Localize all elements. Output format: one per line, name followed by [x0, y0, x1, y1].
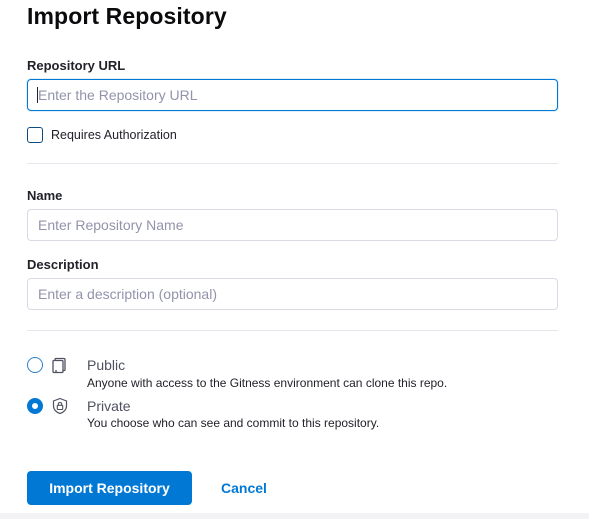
requires-auth-checkbox[interactable] [27, 127, 43, 143]
public-option-title: Public [87, 357, 126, 373]
repo-public-icon [52, 357, 66, 374]
text-caret [37, 87, 38, 103]
public-radio[interactable] [27, 357, 43, 373]
footer-strip [0, 513, 589, 519]
private-option-title: Private [87, 398, 131, 414]
requires-auth-checkbox-row[interactable]: Requires Authorization [27, 127, 177, 143]
description-input[interactable] [27, 278, 558, 310]
private-option-description: You choose who can see and commit to thi… [87, 416, 380, 430]
description-label: Description [27, 257, 99, 272]
page-title: Import Repository [27, 3, 227, 29]
name-input[interactable] [27, 209, 558, 241]
requires-auth-label: Requires Authorization [51, 128, 177, 142]
import-repository-button[interactable]: Import Repository [27, 471, 192, 505]
repo-url-input[interactable] [27, 79, 558, 111]
lock-shield-icon [52, 397, 68, 415]
private-radio[interactable] [27, 398, 43, 414]
repo-url-label: Repository URL [27, 58, 126, 73]
public-option-description: Anyone with access to the Gitness enviro… [87, 376, 448, 390]
name-label: Name [27, 188, 63, 203]
section-divider [27, 163, 558, 164]
section-divider [27, 330, 558, 331]
cancel-button[interactable]: Cancel [206, 471, 282, 505]
